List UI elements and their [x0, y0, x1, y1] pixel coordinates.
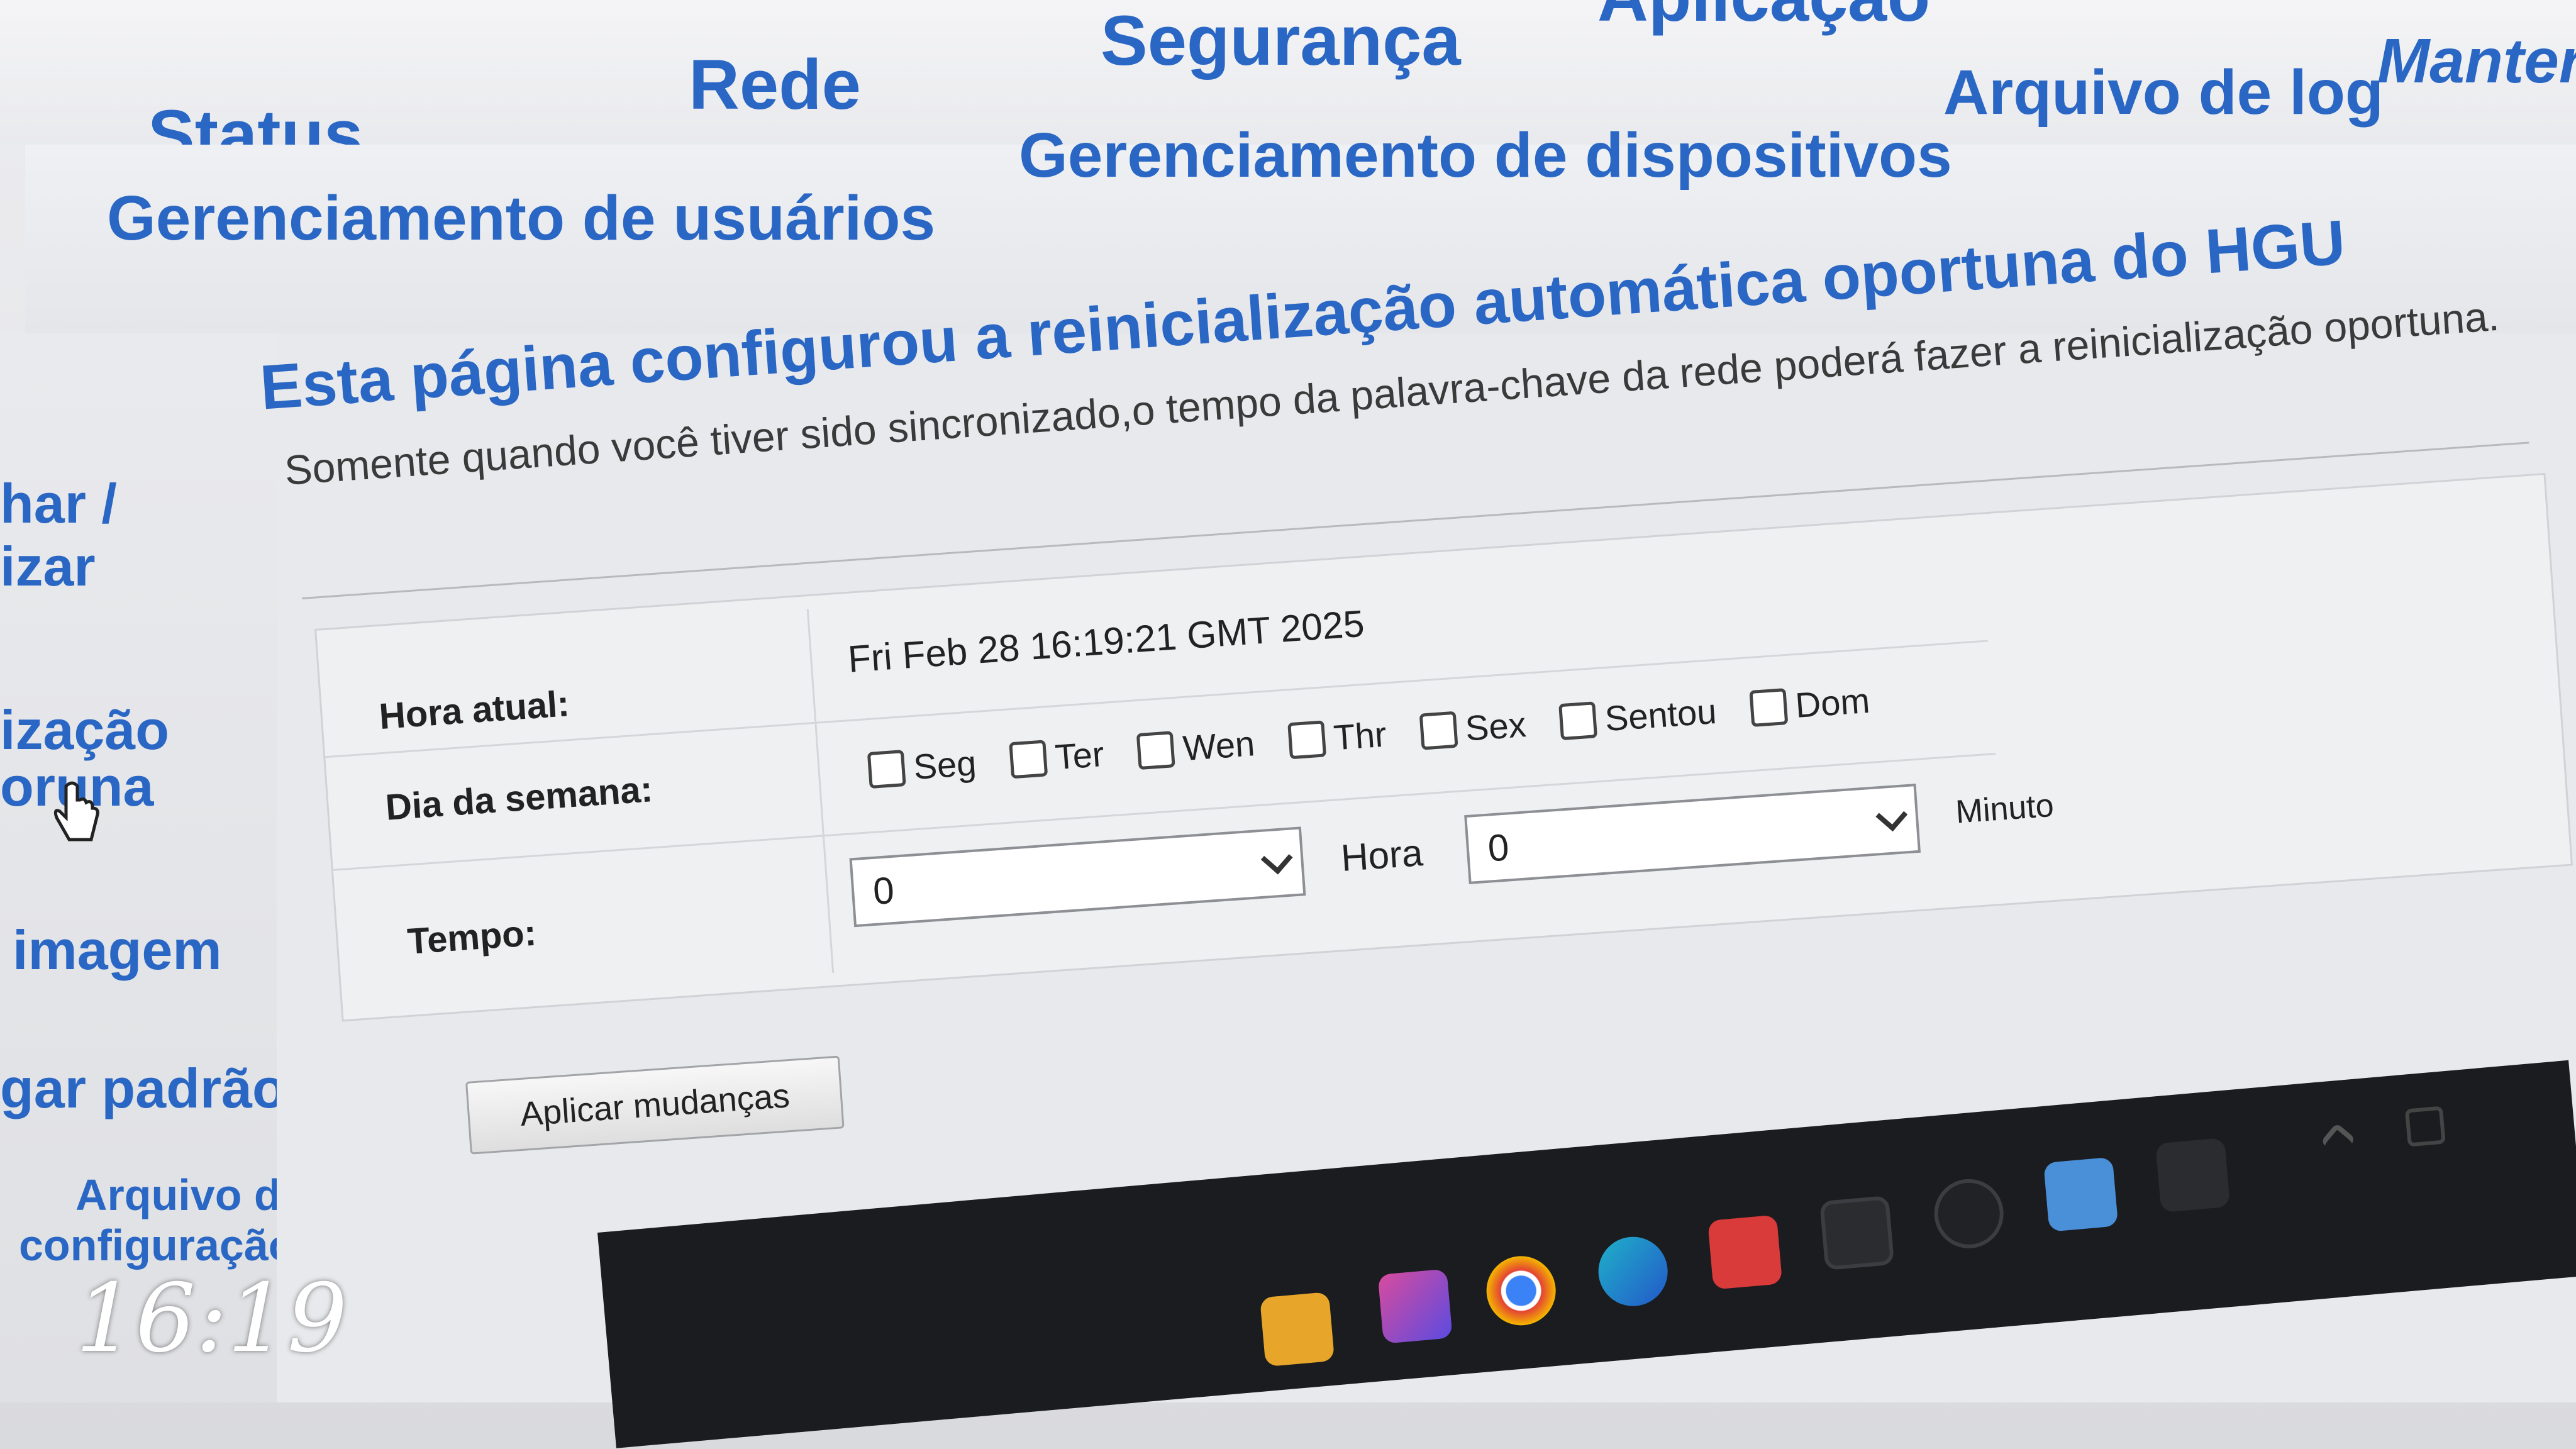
minute-select-value: 0 — [1486, 825, 1511, 870]
checkbox-label-ter: Ter — [1053, 733, 1106, 777]
time-label: Tempo: — [406, 912, 538, 962]
sidebar-item-8[interactable]: configuração — [19, 1220, 296, 1270]
checkbox-label-sentou: Sentou — [1603, 691, 1718, 739]
checkbox-wen[interactable] — [1136, 730, 1176, 770]
subnav-device-management[interactable]: Gerenciamento de dispositivos — [1019, 119, 1952, 192]
minute-select[interactable]: 0 — [1464, 783, 1921, 884]
checkbox-label-sex: Sex — [1463, 704, 1528, 748]
edge-icon[interactable] — [1596, 1234, 1671, 1309]
checkbox-sentou[interactable] — [1558, 701, 1598, 740]
anydesk-icon[interactable] — [1707, 1214, 1783, 1290]
cell-divider — [814, 721, 824, 835]
subnav-log-file[interactable]: Arquivo de log — [1943, 57, 2384, 129]
cell-divider — [806, 609, 817, 722]
sidebar: har / izar ização oruna imagem gar padrã… — [0, 333, 306, 1402]
sidebar-item-5[interactable]: imagem — [13, 918, 222, 982]
minute-unit-label: Minuto — [1954, 787, 2055, 831]
checkbox-label-wen: Wen — [1181, 723, 1257, 769]
hour-unit-label: Hora — [1340, 831, 1424, 879]
office-icon[interactable] — [1377, 1269, 1453, 1344]
hand-cursor-icon — [53, 781, 99, 841]
checkbox-label-dom: Dom — [1794, 680, 1871, 725]
sidebar-item-3[interactable]: ização — [0, 698, 169, 762]
current-time-label: Hora atual: — [377, 683, 571, 738]
nav-aplicacao[interactable]: Aplicação — [1597, 0, 1930, 37]
checkbox-sex[interactable] — [1419, 711, 1458, 750]
current-time-value: Fri Feb 28 16:19:21 GMT 2025 — [847, 602, 1366, 680]
tool-icon[interactable] — [2155, 1137, 2231, 1213]
checkbox-seg[interactable] — [867, 749, 906, 789]
sidebar-item-7[interactable]: Arquivo de — [75, 1170, 306, 1220]
network-icon[interactable] — [2404, 1106, 2446, 1147]
app-icon[interactable] — [2043, 1157, 2119, 1232]
chevron-down-icon — [1260, 842, 1293, 875]
checkbox-label-seg: Seg — [912, 743, 978, 787]
cell-divider — [822, 835, 835, 973]
sidebar-item-1[interactable]: har / — [0, 472, 117, 536]
headset-icon[interactable] — [1931, 1176, 2007, 1252]
file-explorer-icon[interactable] — [1260, 1292, 1335, 1367]
sidebar-item-6[interactable]: gar padrão — [0, 1057, 286, 1121]
hour-select-value: 0 — [871, 869, 896, 913]
chevron-down-icon — [1875, 799, 1908, 832]
chevron-up-icon[interactable] — [2320, 1123, 2356, 1158]
screen: Status Rede Segurança Aplicação Gerencia… — [0, 0, 2576, 1449]
weekday-label: Dia da semana: — [384, 769, 654, 828]
sidebar-item-2[interactable]: izar — [0, 535, 96, 599]
nav-manter[interactable]: Manter — [2377, 25, 2576, 97]
nav-rede[interactable]: Rede — [689, 44, 861, 125]
window-icon[interactable] — [1819, 1195, 1895, 1271]
subnav-user-management[interactable]: Gerenciamento de usuários — [107, 182, 935, 255]
nav-seguranca[interactable]: Segurança — [1101, 0, 1461, 81]
chrome-icon[interactable] — [1484, 1253, 1559, 1328]
hour-select[interactable]: 0 — [849, 826, 1306, 928]
checkbox-thr[interactable] — [1287, 719, 1326, 759]
checkbox-dom[interactable] — [1748, 687, 1788, 727]
checkbox-ter[interactable] — [1008, 739, 1048, 779]
checkbox-label-thr: Thr — [1332, 714, 1388, 758]
clock-overlay: 16:19 — [75, 1264, 348, 1374]
